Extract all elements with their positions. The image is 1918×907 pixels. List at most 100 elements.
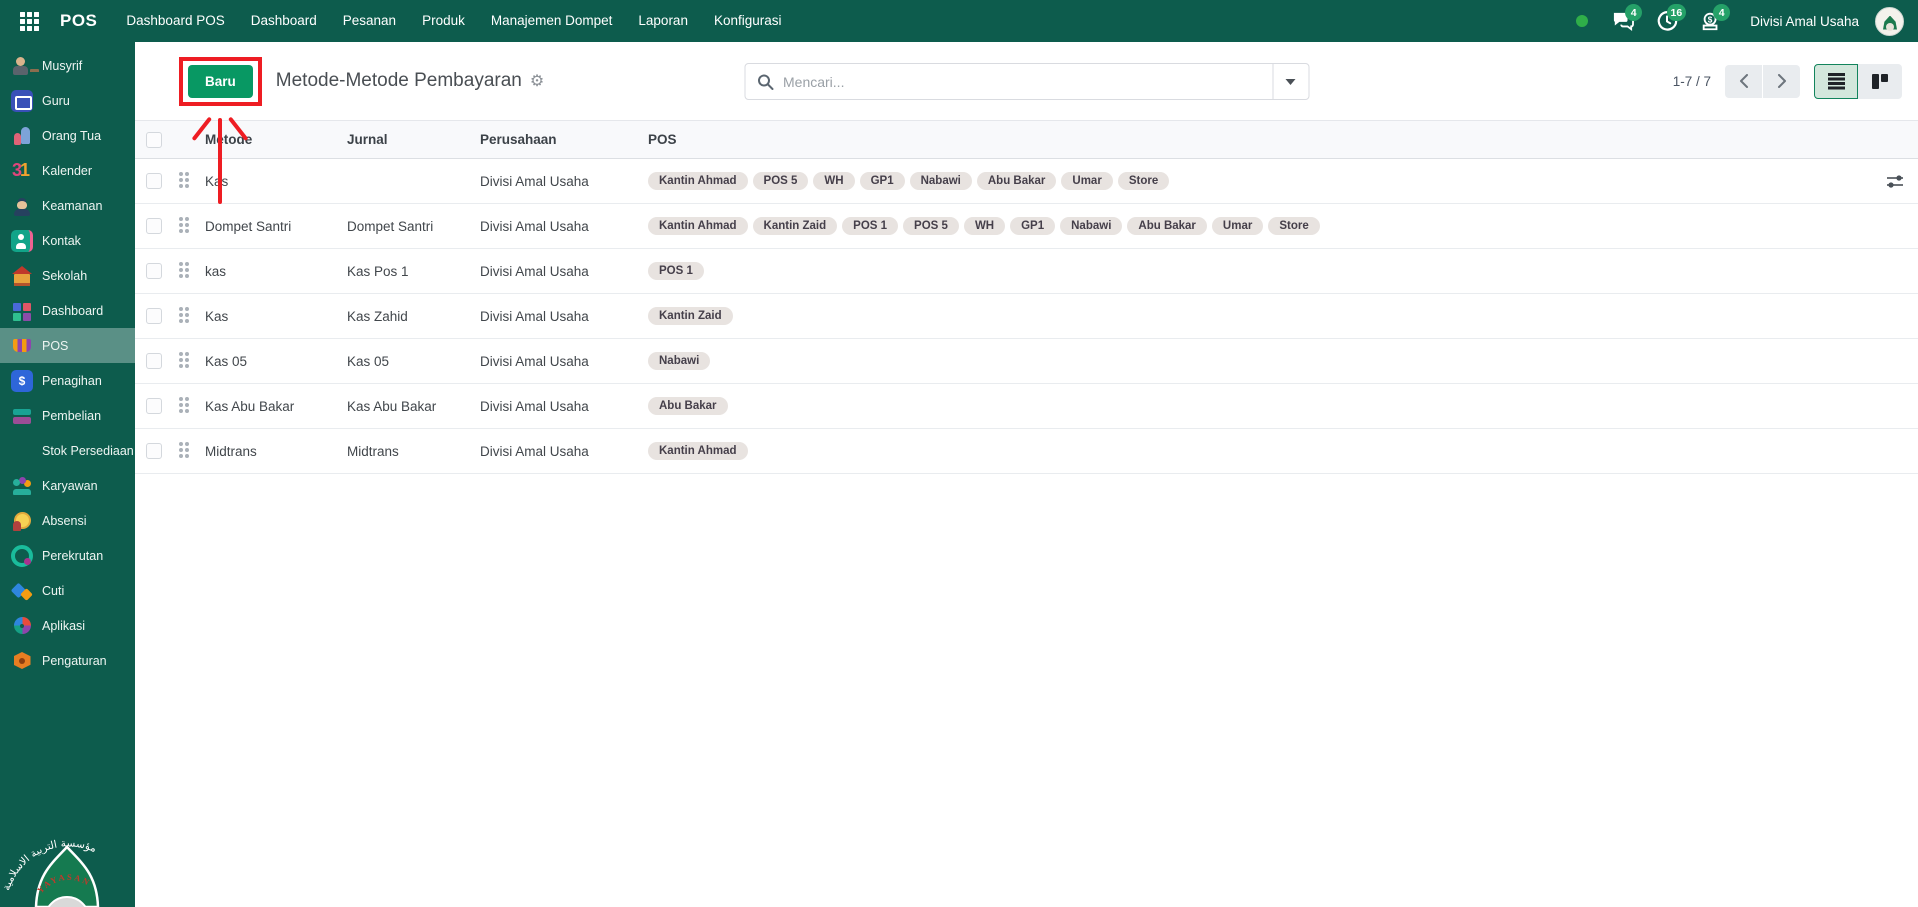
pager-previous-button[interactable]: [1725, 65, 1762, 98]
drag-handle-icon[interactable]: [179, 351, 190, 368]
metode-cell: Kas 05: [205, 339, 347, 384]
sidebar-item-stok-persediaan[interactable]: Stok Persediaan: [0, 433, 135, 468]
menu-item-pesanan[interactable]: Pesanan: [330, 0, 409, 42]
row-select-checkbox[interactable]: [146, 308, 162, 324]
view-settings-gear-icon[interactable]: ⚙: [530, 71, 544, 91]
messages-button[interactable]: 4: [1604, 0, 1642, 42]
chevron-down-icon: [1286, 79, 1296, 85]
app-name[interactable]: POS: [52, 11, 113, 31]
row-select-checkbox[interactable]: [146, 398, 162, 414]
perusahaan-cell: Divisi Amal Usaha: [480, 384, 648, 429]
menu-item-dashboard[interactable]: Dashboard: [238, 0, 330, 42]
svg-text:$: $: [1708, 15, 1713, 24]
pos-tag: GP1: [1010, 217, 1055, 235]
sidebar-item-pembelian[interactable]: Pembelian: [0, 398, 135, 433]
sidebar-item-musyrif[interactable]: Musyrif: [0, 48, 135, 83]
page-title: Metode-Metode Pembayaran: [276, 70, 522, 92]
karyawan-icon: [11, 475, 33, 497]
pager-range: 1-7 / 7: [1673, 74, 1711, 89]
table-row[interactable]: Dompet SantriDompet SantriDivisi Amal Us…: [135, 204, 1918, 249]
drag-handle-icon[interactable]: [179, 441, 190, 458]
table-row[interactable]: MidtransMidtransDivisi Amal UsahaKantin …: [135, 429, 1918, 474]
row-select-checkbox[interactable]: [146, 218, 162, 234]
sekolah-icon: [11, 265, 33, 287]
pager-next-button[interactable]: [1763, 65, 1800, 98]
drag-handle-icon[interactable]: [179, 216, 190, 233]
menu-item-manajemen-dompet[interactable]: Manajemen Dompet: [478, 0, 626, 42]
column-header-pos[interactable]: POS: [648, 121, 1918, 159]
annotation-highlight: Baru: [179, 57, 262, 106]
search-filters-toggle[interactable]: [1272, 64, 1308, 99]
kanban-view-icon: [1872, 74, 1888, 89]
sidebar-item-dashboard[interactable]: Dashboard: [0, 293, 135, 328]
perusahaan-cell: Divisi Amal Usaha: [480, 294, 648, 339]
sidebar-item-kalender[interactable]: Kalender: [0, 153, 135, 188]
table-row[interactable]: kasKas Pos 1Divisi Amal UsahaPOS 1: [135, 249, 1918, 294]
sidebar-item-label: Orang Tua: [42, 129, 101, 143]
user-avatar[interactable]: [1875, 7, 1904, 36]
sidebar-item-sekolah[interactable]: Sekolah: [0, 258, 135, 293]
company-switcher[interactable]: Divisi Amal Usaha: [1750, 14, 1859, 29]
activities-button[interactable]: 16: [1648, 0, 1686, 42]
apps-menu-button[interactable]: [6, 0, 52, 42]
pembelian-icon: [11, 405, 33, 427]
column-header-perusahaan[interactable]: Perusahaan: [480, 121, 648, 159]
pos-tag: Kantin Zaid: [648, 307, 733, 325]
top-navbar: POS Dashboard POSDashboardPesananProdukM…: [0, 0, 1918, 42]
sliders-icon: [1886, 174, 1904, 190]
sidebar-item-label: Pengaturan: [42, 654, 107, 668]
search-input[interactable]: [783, 74, 1260, 90]
drag-handle-icon[interactable]: [179, 306, 190, 323]
select-all-checkbox[interactable]: [146, 132, 162, 148]
pos-tag: Umar: [1212, 217, 1263, 235]
menu-item-produk[interactable]: Produk: [409, 0, 478, 42]
sidebar-item-label: Dashboard: [42, 304, 103, 318]
kanban-view-button[interactable]: [1858, 64, 1902, 99]
pos-tag: Umar: [1061, 172, 1112, 190]
optional-columns-button[interactable]: [1886, 174, 1904, 190]
sidebar-item-guru[interactable]: Guru: [0, 83, 135, 118]
row-select-checkbox[interactable]: [146, 263, 162, 279]
list-view-button[interactable]: [1814, 64, 1858, 99]
table-row[interactable]: KasDivisi Amal UsahaKantin AhmadPOS 5WHG…: [135, 159, 1918, 204]
search-icon: [757, 74, 773, 90]
row-select-checkbox[interactable]: [146, 173, 162, 189]
menu-item-konfigurasi[interactable]: Konfigurasi: [701, 0, 795, 42]
sidebar-item-label: Cuti: [42, 584, 64, 598]
sidebar-item-pos[interactable]: POS: [0, 328, 135, 363]
pengaturan-icon: [11, 650, 33, 672]
table-row[interactable]: Kas 05Kas 05Divisi Amal UsahaNabawi: [135, 339, 1918, 384]
sidebar-item-label: Karyawan: [42, 479, 98, 493]
sidebar-item-orang-tua[interactable]: Orang Tua: [0, 118, 135, 153]
sidebar-item-aplikasi[interactable]: Aplikasi: [0, 608, 135, 643]
sidebar-item-label: Perekrutan: [42, 549, 103, 563]
drag-handle-icon[interactable]: [179, 261, 190, 278]
sidebar-item-pengaturan[interactable]: Pengaturan: [0, 643, 135, 678]
sidebar: MusyrifGuru Orang Tua KalenderKeamananKont…: [0, 42, 135, 907]
pos-tag: Kantin Ahmad: [648, 442, 748, 460]
new-record-button[interactable]: Baru: [188, 65, 253, 98]
menu-item-laporan[interactable]: Laporan: [625, 0, 701, 42]
column-header-jurnal[interactable]: Jurnal: [347, 121, 480, 159]
table-row[interactable]: KasKas ZahidDivisi Amal UsahaKantin Zaid: [135, 294, 1918, 339]
sidebar-item-karyawan[interactable]: Karyawan: [0, 468, 135, 503]
row-select-checkbox[interactable]: [146, 353, 162, 369]
aplikasi-icon: [11, 615, 33, 637]
pos-cell: Kantin Ahmad: [648, 429, 1918, 474]
table-row[interactable]: Kas Abu BakarKas Abu BakarDivisi Amal Us…: [135, 384, 1918, 429]
sidebar-item-kontak[interactable]: Kontak: [0, 223, 135, 258]
sidebar-item-absensi[interactable]: Absensi: [0, 503, 135, 538]
sidebar-item-keamanan[interactable]: Keamanan: [0, 188, 135, 223]
drag-handle-icon[interactable]: [179, 171, 190, 188]
jurnal-cell: Kas Zahid: [347, 294, 480, 339]
column-header-metode[interactable]: Metode: [205, 121, 347, 159]
menu-item-dashboard-pos[interactable]: Dashboard POS: [113, 0, 237, 42]
drag-handle-icon[interactable]: [179, 396, 190, 413]
perusahaan-cell: Divisi Amal Usaha: [480, 249, 648, 294]
cash-collection-button[interactable]: $ 4: [1692, 0, 1730, 42]
chevron-left-icon: [1739, 74, 1749, 88]
row-select-checkbox[interactable]: [146, 443, 162, 459]
sidebar-item-penagihan[interactable]: Penagihan: [0, 363, 135, 398]
sidebar-item-cuti[interactable]: Cuti: [0, 573, 135, 608]
sidebar-item-perekrutan[interactable]: Perekrutan: [0, 538, 135, 573]
